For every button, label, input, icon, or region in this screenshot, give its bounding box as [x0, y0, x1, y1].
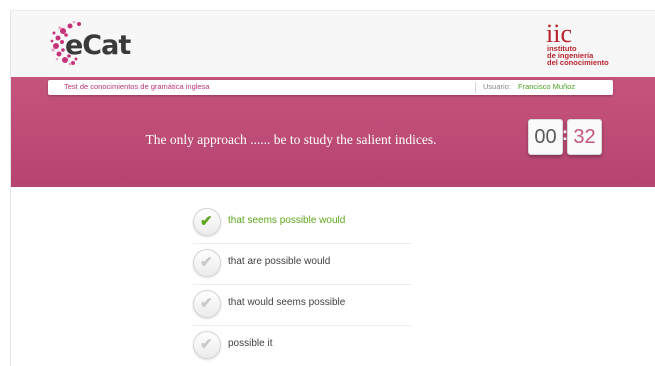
answer-radio[interactable]: ✔ [193, 290, 221, 318]
answer-list: ✔ that seems possible would ✔ that are p… [193, 203, 411, 366]
answer-label[interactable]: that seems possible would [228, 215, 345, 226]
user-name: Francisco Muñoz [518, 82, 576, 91]
logo-text: eCat [65, 30, 131, 61]
ecat-logo: eCat [49, 19, 131, 69]
info-bar: Test de conocimientos de gramática ingle… [48, 80, 613, 95]
divider [475, 82, 476, 93]
iic-line: del conocimiento [547, 58, 609, 67]
test-title: Test de conocimientos de gramática ingle… [64, 82, 210, 91]
checkmark-icon: ✔ [200, 254, 213, 271]
answer-option[interactable]: ✔ that would seems possible [193, 285, 411, 326]
answer-label[interactable]: possible it [228, 338, 272, 349]
answer-option[interactable]: ✔ that seems possible would [193, 203, 411, 244]
iic-mark: iic [546, 19, 572, 48]
timer-minutes: 00 [528, 119, 563, 155]
header: eCat iic instituto de ingeniería del con… [11, 11, 655, 77]
answer-label[interactable]: that are possible would [228, 256, 330, 267]
checkmark-icon: ✔ [200, 336, 213, 353]
answer-option[interactable]: ✔ possible it [193, 326, 411, 366]
iic-subtitle: instituto de ingeniería del conocimiento [547, 45, 609, 67]
user-label: Usuario: [483, 82, 511, 91]
answer-radio[interactable]: ✔ [193, 249, 221, 277]
iic-logo: iic instituto de ingeniería del conocimi… [546, 19, 636, 73]
answer-label[interactable]: that would seems possible [228, 297, 345, 308]
checkmark-icon: ✔ [200, 295, 213, 312]
timer-seconds: 32 [567, 119, 602, 155]
answer-radio[interactable]: ✔ [193, 331, 221, 359]
page-frame: eCat iic instituto de ingeniería del con… [10, 10, 655, 366]
question-text: The only approach ...... be to study the… [145, 132, 437, 147]
answer-radio[interactable]: ✔ [193, 208, 221, 236]
answer-option[interactable]: ✔ that are possible would [193, 244, 411, 285]
checkmark-icon: ✔ [200, 213, 213, 230]
